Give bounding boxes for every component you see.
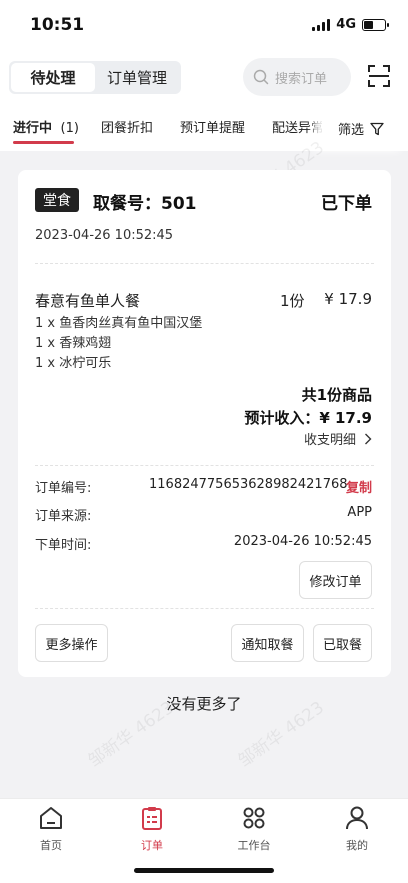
tab-in-progress-count: (1)	[60, 121, 79, 136]
nav-profile-label: 我的	[346, 839, 368, 852]
tab-in-progress[interactable]: 进行中 (1)	[13, 117, 79, 136]
status-time: 10:51	[30, 15, 85, 35]
order-source: APP	[347, 505, 372, 520]
active-tab-indicator	[13, 141, 74, 144]
segment-pending[interactable]: 待处理	[11, 63, 95, 92]
item-name: 春意有鱼单人餐	[35, 292, 141, 310]
nav-home-label: 首页	[40, 839, 62, 852]
picked-up-button[interactable]: 已取餐	[313, 624, 372, 662]
order-tabs: 进行中 (1) 团餐折扣 预订单提醒 配送异常 筛选	[0, 106, 408, 151]
order-card[interactable]: 堂食 取餐号：501 已下单 2023-04-26 10:52:45 春意有鱼单…	[18, 170, 391, 677]
tab-preorder-reminder[interactable]: 预订单提醒	[180, 117, 245, 136]
signal-icon	[312, 18, 331, 31]
grid-icon	[243, 807, 265, 829]
nav-workbench[interactable]: 工作台	[224, 805, 284, 853]
chevron-right-icon	[365, 433, 372, 444]
search-input[interactable]: 搜索订单	[243, 58, 351, 96]
order-created-time: 2023-04-26 10:52:45	[35, 228, 174, 243]
battery-icon	[362, 18, 389, 31]
order-number-label: 订单编号:	[35, 481, 92, 496]
nav-orders-label: 订单	[141, 839, 163, 852]
order-type-badge: 堂食	[35, 188, 79, 212]
order-number: 1168247756536289824217​68	[149, 477, 348, 492]
total-item-count: 共1份商品	[301, 386, 372, 404]
sub-item: 1 x 冰柠可乐	[35, 356, 112, 371]
scan-icon[interactable]	[367, 64, 391, 88]
status-bar: 10:51 4G	[0, 0, 408, 50]
search-placeholder: 搜索订单	[275, 71, 328, 87]
nav-workbench-label: 工作台	[237, 839, 271, 852]
segment-control: 待处理 订单管理	[9, 61, 181, 94]
home-icon	[40, 807, 62, 829]
divider	[35, 263, 374, 264]
tab-group-discount[interactable]: 团餐折扣	[101, 117, 153, 136]
notify-pickup-button[interactable]: 通知取餐	[231, 624, 304, 662]
order-time-label: 下单时间:	[35, 538, 92, 553]
filter-button[interactable]: 筛选	[322, 106, 408, 151]
home-indicator	[134, 868, 274, 873]
item-quantity: 1份	[280, 292, 305, 310]
divider	[35, 608, 374, 609]
expected-income: 预计收入：¥ 17.9	[244, 409, 372, 427]
order-status: 已下单	[321, 194, 372, 214]
network-label: 4G	[336, 17, 356, 32]
order-time: 2023-04-26 10:52:45	[233, 534, 372, 549]
item-price: ¥ 17.9	[324, 290, 372, 308]
search-icon	[253, 69, 269, 85]
filter-label: 筛选	[338, 123, 365, 138]
income-detail-link[interactable]: 收支明细	[304, 429, 372, 448]
clipboard-icon	[142, 807, 162, 830]
income-detail-label: 收支明细	[303, 433, 356, 448]
no-more-text: 没有更多了	[166, 695, 242, 713]
sub-item: 1 x 鱼香肉丝真有鱼中国汉堡	[35, 316, 203, 331]
filter-icon	[370, 122, 384, 135]
pickup-number: 取餐号：501	[93, 194, 197, 214]
status-indicators: 4G	[312, 17, 389, 32]
divider	[35, 465, 374, 466]
copy-button[interactable]: 复制	[346, 477, 372, 496]
nav-home[interactable]: 首页	[21, 805, 81, 853]
nav-orders[interactable]: 订单	[122, 805, 182, 853]
tab-delivery-exception[interactable]: 配送异常	[272, 117, 324, 136]
tab-in-progress-label: 进行中	[13, 121, 53, 136]
user-icon	[346, 806, 368, 830]
order-source-label: 订单来源:	[35, 509, 92, 524]
more-actions-button[interactable]: 更多操作	[35, 624, 108, 662]
modify-order-button[interactable]: 修改订单	[299, 561, 372, 599]
nav-profile[interactable]: 我的	[327, 805, 387, 853]
header: 待处理 订单管理 搜索订单	[0, 50, 408, 106]
sub-item: 1 x 香辣鸡翅	[35, 336, 112, 351]
segment-order-management[interactable]: 订单管理	[95, 63, 179, 92]
